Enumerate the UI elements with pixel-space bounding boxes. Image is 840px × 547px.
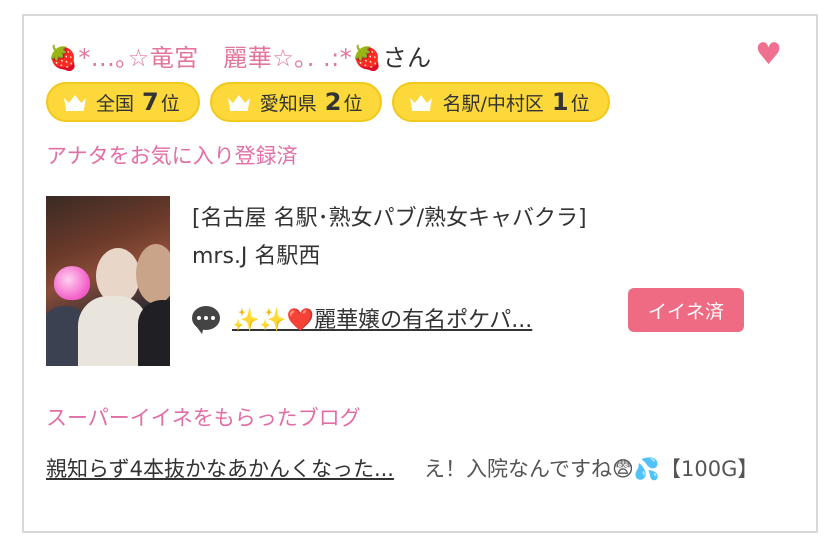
rank-number: 1 <box>551 88 569 116</box>
honorific: さん <box>382 44 432 72</box>
crown-icon <box>64 95 86 111</box>
super-iine-comment: え！入院なんですね😨💦【100G】 <box>424 457 759 481</box>
favorite-heart-icon[interactable]: ♥ <box>755 40 782 70</box>
rank-badge-area[interactable]: 名駅/中村区 1 位 <box>392 82 610 122</box>
rank-area: 全国 <box>96 92 135 115</box>
rank-number: 7 <box>142 88 159 116</box>
ranking-badges: 全国 7 位 愛知県 2 位 名駅/中村区 1 位 <box>46 82 610 122</box>
rank-suffix: 位 <box>343 92 363 115</box>
shop-name[interactable]: mrs.J 名駅西 <box>192 238 320 270</box>
rank-number: 2 <box>324 88 342 116</box>
speech-bubble-icon <box>192 306 220 334</box>
super-iine-blog-link[interactable]: 親知らず4本抜かなあかんくなった... <box>46 454 411 485</box>
rank-suffix: 位 <box>570 92 590 115</box>
crown-icon <box>227 95 250 111</box>
rank-badge-prefecture[interactable]: 愛知県 2 位 <box>209 82 383 122</box>
rank-area: 名駅/中村区 <box>442 92 544 115</box>
heart-sticker-icon <box>54 266 90 300</box>
latest-blog-row: ✨✨❤️麗華嬢の有名ポケパ... <box>192 298 532 338</box>
rank-badge-national[interactable]: 全国 7 位 <box>46 82 200 122</box>
rank-suffix: 位 <box>160 92 180 115</box>
girl-name[interactable]: 🍓*...｡☆竜宮 麗華☆｡. .:*🍓 <box>48 44 383 72</box>
therapist-card: 🍓*...｡☆竜宮 麗華☆｡. .:*🍓さん ♥ 全国 7 位 愛知県 2 位 <box>22 14 818 533</box>
crown-icon <box>410 95 433 111</box>
profile-photo[interactable] <box>46 196 170 366</box>
girl-name-row[interactable]: 🍓*...｡☆竜宮 麗華☆｡. .:*🍓さん <box>48 38 432 73</box>
super-iine-heading: スーパーイイネをもらったブログ <box>46 406 361 430</box>
rank-area: 愛知県 <box>259 92 317 115</box>
blog-title-link[interactable]: ✨✨❤️麗華嬢の有名ポケパ... <box>232 302 532 334</box>
iine-button[interactable]: イイネ済 <box>628 288 744 332</box>
shop-category: [名古屋 名駅･熟女パブ/熟女キャバクラ] <box>192 206 587 231</box>
favorite-status-text: アナタをお気に入り登録済 <box>46 144 298 168</box>
